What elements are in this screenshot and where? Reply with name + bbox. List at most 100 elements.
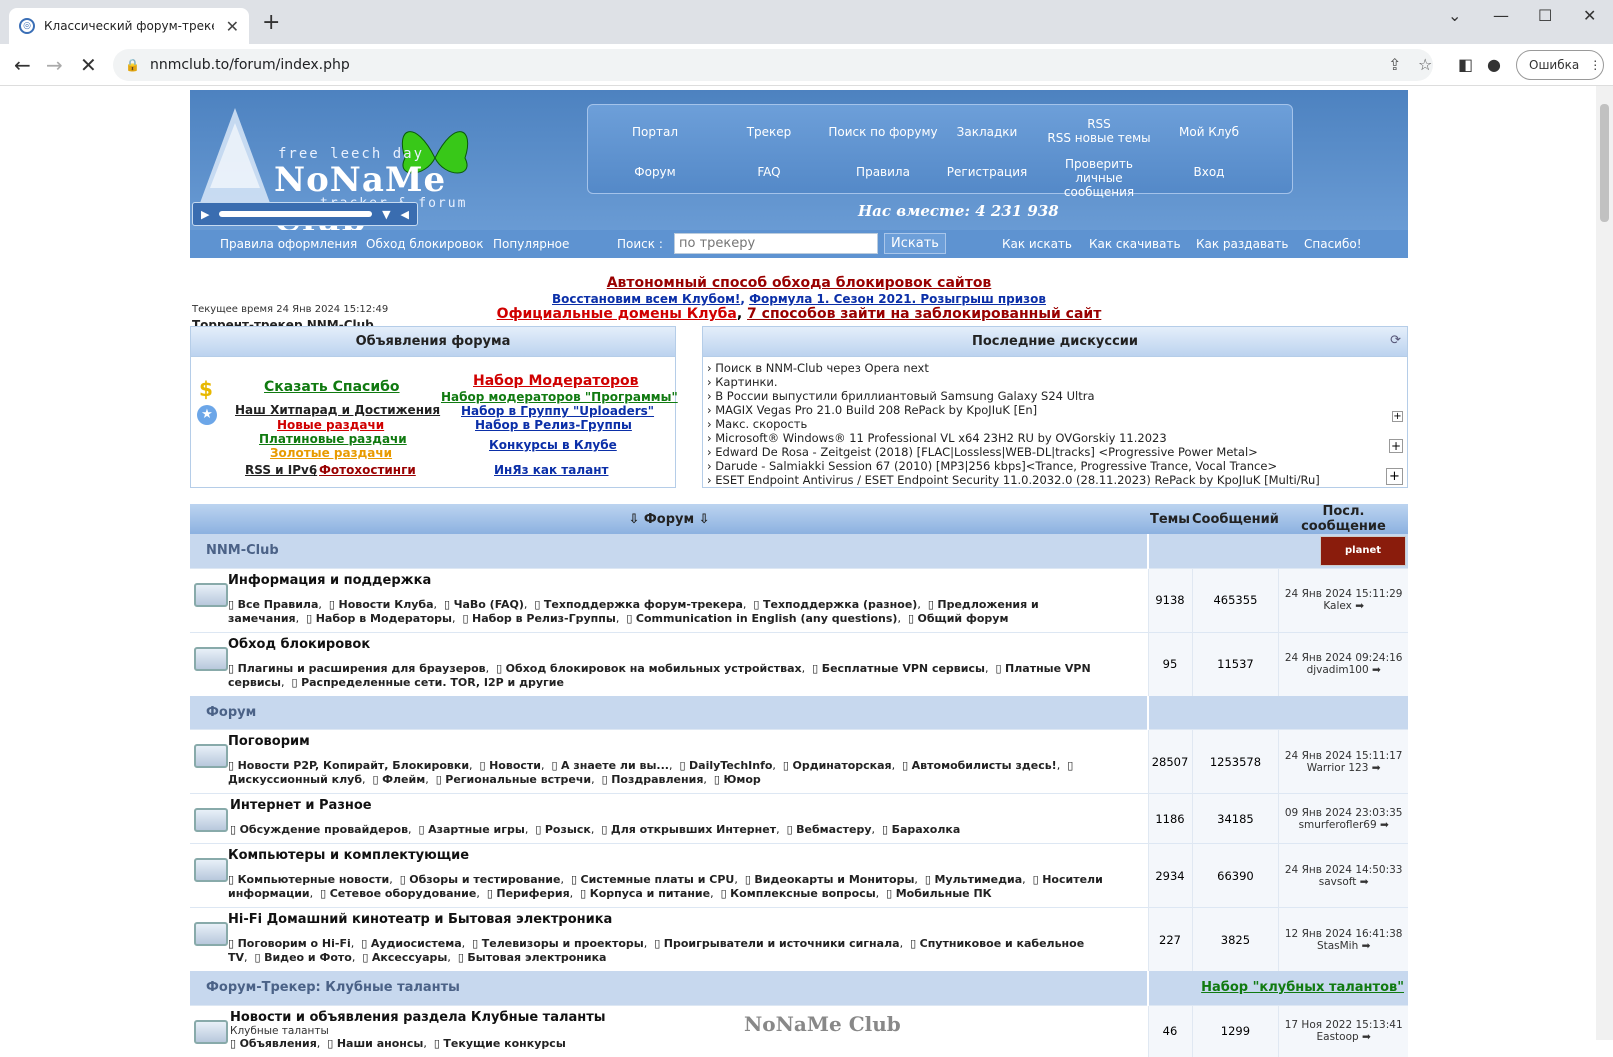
subforum-link[interactable]: ▯ Набор в Модераторы [306,612,452,625]
expand-icon[interactable]: + [1386,468,1403,485]
subforum-label[interactable]: Мультимедиа [934,873,1022,886]
subforum-label[interactable]: Обзоры и тестирование [409,873,560,886]
subforum-link[interactable]: ▯ Новости P2P, Копирайт, Блокировки [228,759,469,772]
scrollbar-thumb[interactable] [1600,104,1609,222]
expand-icon[interactable]: + [1389,439,1403,453]
subnav-how-seed-link[interactable]: Как раздавать [1196,237,1288,251]
goto-last-post-icon[interactable]: ➡ [1355,600,1364,612]
subforum-link[interactable]: ▯ Текущие конкурсы [434,1037,566,1050]
goto-last-post-icon[interactable]: ➡ [1372,664,1381,676]
banner-autonomous[interactable]: Автономный способ обхода блокировок сайт… [190,275,1408,291]
discussion-item[interactable]: › Поиск в NNM-Club через Opera next [707,361,1377,375]
subforum-link[interactable]: ▯ Обход блокировок на мобильных устройст… [496,662,802,675]
menu-item[interactable]: RSS RSS новые темы [1042,117,1156,145]
last-post-user[interactable]: smurferofler69 [1299,819,1377,831]
menu-item[interactable]: Правила [826,165,940,179]
say-thanks-link[interactable]: Сказать Спасибо [264,379,400,395]
subforum-link[interactable]: ▯ Аудиосистема [361,937,461,950]
profile-error-button[interactable]: Ошибка ⋮ [1516,50,1604,80]
menu-item[interactable]: Трекер [712,125,826,139]
subforum-label[interactable]: Обход блокировок на мобильных устройства… [506,662,802,675]
subforum-link[interactable]: ▯ А знаете ли вы... [551,759,668,772]
subforum-link[interactable]: ▯ Техподдержка (разное) [753,598,917,611]
subforum-label[interactable]: Для открывших Интернет [611,823,776,836]
subforum-label[interactable]: Периферия [496,887,569,900]
subforum-link[interactable]: ▯ Аксессуары [362,951,447,964]
subforum-label[interactable]: Поздравления [611,773,703,786]
subnav-bypass-link[interactable]: Обход блокировок [366,237,483,251]
browser-tab[interactable]: ◎ Классический форум-трекер :: ✕ [9,8,249,44]
subforum-label[interactable]: Новости Клуба [338,598,433,611]
lock-icon[interactable]: 🔒 [125,58,140,72]
last-post-user[interactable]: Kalex [1323,600,1352,612]
expand-icon[interactable]: + [1392,411,1403,422]
subforum-label[interactable]: Телевизоры и проекторы [482,937,644,950]
minimize-icon[interactable]: — [1493,6,1509,25]
subforum-label[interactable]: Барахолка [892,823,961,836]
subforum-link[interactable]: ▯ Обзоры и тестирование [400,873,561,886]
subforum-link[interactable]: ▯ DailyTechInfo [679,759,772,772]
menu-item[interactable]: Поиск по форуму [826,125,940,139]
subforum-link[interactable]: ▯ Барахолка [882,823,960,836]
photohost-link[interactable]: Фотохостинги [319,463,416,477]
address-bar[interactable]: 🔒 nnmclub.to/forum/index.php ⇪ ☆ [113,49,1433,81]
subforum-label[interactable]: Текущие конкурсы [443,1037,565,1050]
subforum-label[interactable]: Бытовая электроника [467,951,606,964]
subnav-how-download-link[interactable]: Как скачивать [1089,237,1181,251]
subforum-label[interactable]: Региональные встречи [445,773,591,786]
subforum-link[interactable]: ▯ Видео и Фото [255,951,352,964]
volume-icon[interactable]: ◀ [401,208,409,221]
dropdown-icon[interactable]: ▼ [382,208,390,221]
subforum-label[interactable]: Мобильные ПК [896,887,992,900]
menu-item[interactable]: Проверить личные сообщения [1042,157,1156,199]
subforum-label[interactable]: Техподдержка (разное) [763,598,917,611]
subforum-link[interactable]: ▯ Распределенные сети. TOR, I2P и другие [292,676,564,689]
maximize-icon[interactable]: ☐ [1538,6,1552,25]
subforum-link[interactable]: ▯ Поговорим о Hi-Fi [228,937,351,950]
discussion-item[interactable]: › Darude - Salmiakki Session 67 (2010) [… [707,459,1377,473]
subforum-link[interactable]: ▯ Мобильные ПК [886,887,992,900]
subforum-label[interactable]: Юмор [723,773,760,786]
subforum-label[interactable]: Набор в Релиз-Группы [472,612,616,625]
share-icon[interactable]: ⇪ [1388,55,1401,74]
goto-last-post-icon[interactable]: ➡ [1362,940,1371,952]
audio-player[interactable]: ▶ ▼ ◀ [192,202,418,226]
subforum-link[interactable]: ▯ Обсуждение провайдеров [230,823,408,836]
subforum-label[interactable]: Наши анонсы [337,1037,424,1050]
subforum-label[interactable]: Компьютерные новости [238,873,390,886]
subforum-link[interactable]: ▯ Автомобилисты здесь! [902,759,1057,772]
category-name[interactable]: Форум [190,695,1148,730]
subforum-link[interactable]: ▯ Плагины и расширения для браузеров [228,662,486,675]
forward-icon[interactable]: → [46,53,63,77]
search-button[interactable]: Искать [884,233,946,254]
audio-progress[interactable] [219,211,373,217]
foreign-lang-link[interactable]: ИнЯз как талант [494,463,608,477]
discussion-item[interactable]: › Картинки. [707,375,1377,389]
subforum-link[interactable]: ▯ Розыск [535,823,591,836]
subforum-link[interactable]: ▯ Телевизоры и проекторы [472,937,644,950]
subforum-label[interactable]: Новости [489,759,541,772]
forum-name[interactable]: Обход блокировок [228,637,1108,652]
subforum-link[interactable]: ▯ Мультимедиа [925,873,1022,886]
forum-name[interactable]: Hi-Fi Домашний кинотеатр и Бытовая элект… [228,912,1108,927]
subforum-label[interactable]: Communication in English (any questions) [636,612,898,625]
bookmark-star-icon[interactable]: ☆ [1418,55,1432,74]
discussion-item[interactable]: › Edward De Rosa - Zeitgeist (2018) [FLA… [707,445,1377,459]
subforum-link[interactable]: ▯ ЧаВо (FAQ) [444,598,524,611]
subforum-link[interactable]: ▯ Вебмастеру [787,823,872,836]
subforum-link[interactable]: ▯ Системные платы и CPU [571,873,734,886]
last-post-user[interactable]: djvadim100 [1307,664,1369,676]
subforum-label[interactable]: Розыск [545,823,591,836]
goto-last-post-icon[interactable]: ➡ [1372,762,1381,774]
subforum-label[interactable]: Дискуссионный клуб [228,773,362,786]
subforum-label[interactable]: Все Правила [238,598,319,611]
subforum-label[interactable]: Бесплатные VPN сервисы [822,662,985,675]
subforum-link[interactable]: ▯ Проигрыватели и источники сигнала [654,937,899,950]
subforum-link[interactable]: ▯ Региональные встречи [436,773,591,786]
menu-item[interactable]: Закладки [930,125,1044,139]
subforum-label[interactable]: Новости P2P, Копирайт, Блокировки [238,759,469,772]
forum-name[interactable]: Компьютеры и комплектующие [228,848,1108,863]
subforum-link[interactable]: ▯ Новости Клуба [329,598,434,611]
side-panel-icon[interactable]: ◧ [1458,55,1473,74]
subnav-how-search-link[interactable]: Как искать [1002,237,1072,251]
